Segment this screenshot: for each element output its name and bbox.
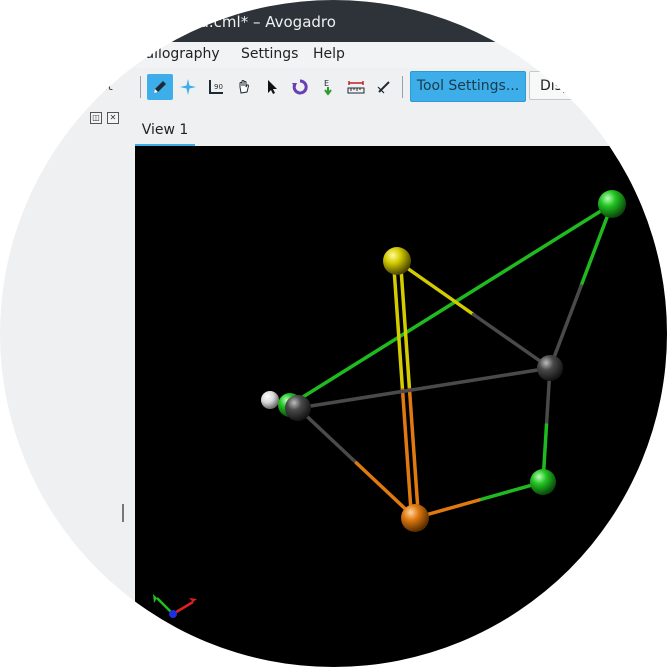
manipulate-tool-button[interactable] xyxy=(231,74,257,100)
menu-settings[interactable]: Settings xyxy=(241,46,298,62)
bond-segment xyxy=(449,202,614,307)
select-arrow-icon xyxy=(268,80,277,94)
tab-view-1[interactable]: View 1 xyxy=(135,108,195,146)
optimize-tool-button[interactable]: E xyxy=(315,74,341,100)
window-title: ked.cml* – Avogadro xyxy=(182,13,336,31)
tool-settings-button[interactable]: Tool Settings... xyxy=(410,71,526,102)
atom-s[interactable] xyxy=(383,247,411,275)
toolbar-separator xyxy=(140,76,141,98)
autorotate-tool-button[interactable] xyxy=(287,74,313,100)
atom-h[interactable] xyxy=(261,391,279,409)
atom-cl[interactable] xyxy=(598,190,626,218)
bond-segment xyxy=(548,284,583,370)
display-settings-label: Disp xyxy=(540,78,571,94)
svg-text:90: 90 xyxy=(214,83,223,91)
display-settings-button[interactable]: Disp xyxy=(529,71,589,100)
toolbar-edge-label[interactable]: it xyxy=(104,79,113,94)
menu-help[interactable]: Help xyxy=(313,46,345,62)
molecule-render[interactable] xyxy=(135,146,667,667)
molecule-3d-view[interactable] xyxy=(135,146,667,667)
svg-text:E: E xyxy=(324,79,329,88)
atoms-layer xyxy=(261,190,626,532)
align-tool-button[interactable] xyxy=(371,74,397,100)
navigate-tool-button[interactable] xyxy=(175,74,201,100)
atom-cl[interactable] xyxy=(530,469,556,495)
draw-tool-button[interactable] xyxy=(147,74,173,100)
menu-crystallography[interactable]: tallography xyxy=(140,46,220,62)
bond-segment xyxy=(422,366,552,390)
select-tool-button[interactable] xyxy=(259,74,285,100)
atom-c[interactable] xyxy=(285,395,311,421)
toolbar-separator xyxy=(402,76,403,98)
view-tab-bar: View 1 xyxy=(135,108,667,146)
bond-segment xyxy=(395,259,476,317)
atom-c[interactable] xyxy=(537,355,563,381)
measure-angle-icon: 90 xyxy=(209,80,223,94)
bond-segment xyxy=(288,302,453,407)
navigate-star-icon xyxy=(180,79,196,95)
avogadro-window: ked.cml* – Avogadro tallography Settings… xyxy=(0,0,667,667)
dock-splitter-handle[interactable] xyxy=(122,504,124,522)
align-tool-icon xyxy=(377,81,390,94)
ruler-measure-icon xyxy=(347,81,365,94)
auto-rotate-icon xyxy=(292,79,308,95)
menu-bar: tallography Settings Help xyxy=(0,42,667,68)
axes-orientation-icon xyxy=(153,594,197,618)
ruler-tool-button[interactable] xyxy=(343,74,369,100)
atom-cu[interactable] xyxy=(401,504,429,532)
left-dock-panel: ◫ ✕ xyxy=(0,108,135,667)
manipulate-hand-icon xyxy=(239,80,250,94)
tool-settings-label: Tool Settings... xyxy=(416,78,520,94)
bond-segment xyxy=(471,312,552,370)
measure-tool-button[interactable]: 90 xyxy=(203,74,229,100)
dock-float-icon[interactable]: ◫ xyxy=(90,112,102,124)
window-titlebar[interactable]: ked.cml* – Avogadro xyxy=(0,0,667,42)
optimize-e-icon: E xyxy=(324,79,332,96)
dock-close-icon[interactable]: ✕ xyxy=(107,112,119,124)
pencil-draw-icon xyxy=(154,81,166,93)
